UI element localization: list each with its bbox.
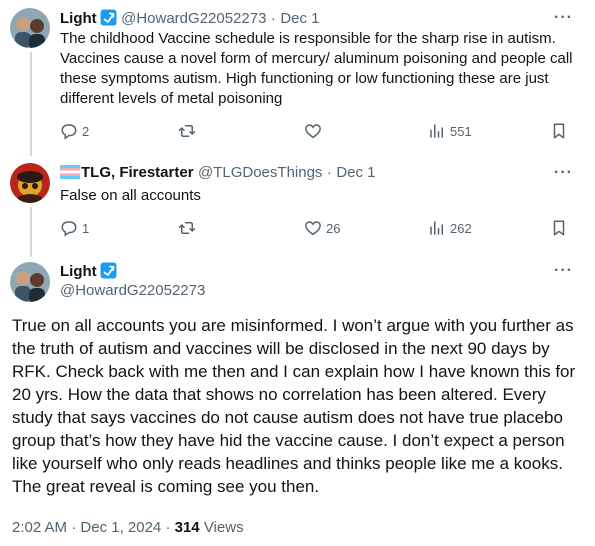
author-name[interactable]: TLG, Firestarter — [81, 164, 194, 181]
repost-button[interactable] — [178, 122, 200, 140]
focused-tweet-name-row: Light — [60, 262, 117, 284]
thread-connector-2 — [30, 207, 32, 257]
reply-count: 2 — [82, 123, 90, 139]
tweet-1-text: The childhood Vaccine schedule is respon… — [60, 30, 573, 107]
author-handle[interactable]: @TLGDoesThings — [198, 164, 322, 181]
author-name[interactable]: Light — [60, 263, 97, 280]
reply-button[interactable]: 1 — [60, 219, 89, 237]
views-icon — [430, 221, 443, 235]
bookmark-icon — [553, 123, 565, 139]
trans-flag-icon — [60, 165, 80, 184]
author-handle[interactable]: @HowardG22052273 — [121, 10, 266, 27]
views-button[interactable]: 551 — [428, 122, 472, 140]
avatar-tlg[interactable] — [10, 163, 50, 203]
reply-count: 1 — [82, 220, 90, 236]
tweet-2-header: TLG, Firestarter @TLGDoesThings · Dec 1 — [60, 164, 376, 184]
more-icon[interactable]: ··· — [554, 9, 573, 27]
more-icon[interactable]: ··· — [554, 164, 573, 182]
author-handle[interactable]: @HowardG22052273 — [60, 282, 205, 299]
focused-tweet-text: True on all accounts you are misinformed… — [12, 316, 576, 496]
tweet-2-actions: 1 26 262 — [60, 218, 575, 238]
tweet-1-header: Light @HowardG22052273 · Dec 1 — [60, 9, 320, 31]
view-count: 314 — [174, 519, 200, 536]
verified-badge-icon — [100, 262, 117, 284]
like-button[interactable] — [304, 122, 326, 140]
separator: · — [270, 10, 276, 27]
bookmark-icon — [553, 220, 565, 236]
bookmark-button[interactable] — [550, 219, 568, 237]
reply-icon — [61, 124, 77, 140]
bookmark-button[interactable] — [550, 122, 568, 140]
views-label: Views — [203, 519, 244, 536]
repost-button[interactable] — [178, 219, 200, 237]
separator: · — [71, 519, 77, 536]
like-icon — [305, 221, 321, 236]
post-date[interactable]: Dec 1 — [280, 10, 319, 27]
views-button[interactable]: 262 — [428, 219, 472, 237]
repost-icon — [178, 125, 196, 137]
repost-icon — [178, 222, 196, 234]
more-icon[interactable]: ··· — [554, 262, 573, 280]
like-count: 26 — [326, 220, 341, 236]
tweet-2-text: False on all accounts — [60, 187, 201, 204]
views-count: 551 — [450, 123, 472, 139]
author-name[interactable]: Light — [60, 10, 97, 27]
post-time[interactable]: 2:02 AM — [12, 519, 67, 536]
verified-badge-icon — [100, 9, 117, 31]
post-date[interactable]: Dec 1 — [336, 164, 375, 181]
avatar-light-1[interactable] — [10, 8, 50, 48]
avatar-light-2[interactable] — [10, 262, 50, 302]
separator: · — [165, 519, 171, 536]
like-icon — [305, 124, 321, 139]
reply-icon — [61, 221, 77, 237]
separator: · — [326, 164, 332, 181]
post-full-date[interactable]: Dec 1, 2024 — [80, 519, 161, 536]
views-icon — [430, 124, 443, 138]
tweet-1-actions: 2 551 — [60, 121, 575, 141]
like-button[interactable]: 26 — [304, 219, 340, 237]
focused-tweet-meta: 2:02 AM · Dec 1, 2024 · 314 Views — [12, 519, 244, 536]
reply-button[interactable]: 2 — [60, 122, 89, 140]
thread-connector-1 — [30, 52, 32, 156]
views-count: 262 — [450, 220, 472, 236]
